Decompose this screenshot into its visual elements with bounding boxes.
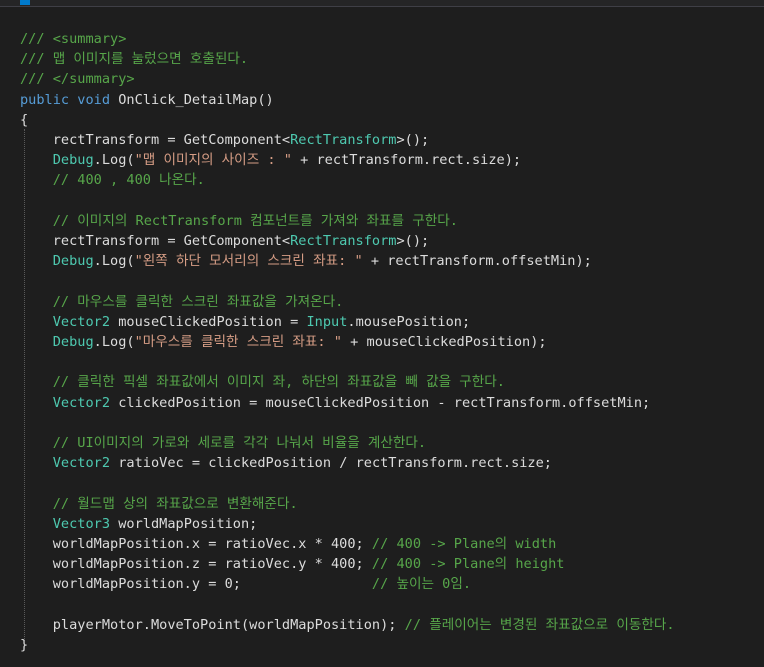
code-token-type: Debug <box>52 334 94 350</box>
code-line: // 클릭한 픽셀 좌표값에서 이미지 좌, 하단의 좌표값을 빼 값을 구한다… <box>20 372 505 392</box>
code-token-plain: + rectTransform.rect.size); <box>291 152 522 169</box>
code-line: Vector2 mouseClickedPosition = Input.mou… <box>20 312 470 332</box>
code-token-plain: >(); <box>396 233 430 249</box>
code-token-comment: /// </summary> <box>20 71 135 88</box>
code-line: worldMapPosition.x = ratioVec.x * 400; /… <box>20 534 557 554</box>
code-token-plain: OnClick_DetailMap() <box>110 91 274 108</box>
code-line: Debug.Log("왼쪽 하단 모서리의 스크린 좌표: " + rectTr… <box>20 251 592 271</box>
code-line: // UI이미지의 가로와 세로를 각각 나눠서 비율을 계산한다. <box>20 433 426 453</box>
code-line: Debug.Log("맵 이미지의 사이즈 : " + rectTransfor… <box>20 150 521 170</box>
code-line: Debug.Log("마우스를 클릭한 스크린 좌표: " + mouseCli… <box>20 332 547 352</box>
code-token-plain: .Log( <box>93 334 135 350</box>
code-token-comment: // 400 , 400 나온다. <box>52 172 205 189</box>
code-token-comment: // 높이는 0임. <box>371 576 472 593</box>
code-token-plain: rectTransform = GetComponent< <box>20 132 291 148</box>
editor-tab-strip <box>0 0 764 7</box>
code-line: public void OnClick_DetailMap() <box>20 90 274 110</box>
code-line: // 400 , 400 나온다. <box>20 170 205 190</box>
code-line: // 월드맵 상의 좌표값으로 변환해준다. <box>20 494 298 514</box>
code-token-comment: // 400 -> Plane의 height <box>371 556 565 573</box>
code-token-type: Input <box>306 313 348 330</box>
code-token-comment: // 마우스를 클릭한 스크린 좌표값을 가져온다. <box>52 293 344 310</box>
code-line: rectTransform = GetComponent<RectTransfo… <box>20 130 430 150</box>
code-token-comment: // 클릭한 픽셀 좌표값에서 이미지 좌, 하단의 좌표값을 빼 값을 구한다… <box>52 374 505 391</box>
code-token-comment: /// 맵 이미지를 눌렀으면 호출된다. <box>20 51 249 68</box>
code-token-string: "왼쪽 하단 모서리의 스크린 좌표: " <box>134 253 363 270</box>
code-line: Vector2 ratioVec = clickedPosition / rec… <box>20 453 552 473</box>
code-token-keyword: public <box>20 91 70 108</box>
code-token-comment: // 이미지의 RectTransform 컴포넌트를 가져와 좌표를 구한다. <box>52 212 458 229</box>
code-token-type: RectTransform <box>290 132 397 148</box>
code-token-plain: rectTransform = GetComponent< <box>20 233 291 249</box>
code-token-plain: worldMapPosition.y = 0; <box>20 576 372 593</box>
code-token-type: Vector2 <box>52 313 111 330</box>
code-token-plain: mouseClickedPosition = <box>110 313 307 330</box>
code-token-plain: clickedPosition = mouseClickedPosition -… <box>110 394 651 411</box>
code-token-comment: // 400 -> Plane의 width <box>371 536 557 552</box>
active-tab-indicator <box>20 0 30 5</box>
code-token-string: "마우스를 클릭한 스크린 좌표: " <box>134 334 342 350</box>
code-line: worldMapPosition.z = ratioVec.y * 400; /… <box>20 554 565 574</box>
code-line: Vector2 clickedPosition = mouseClickedPo… <box>20 393 650 413</box>
code-token-plain: worldMapPosition; <box>110 515 258 532</box>
code-line: // 마우스를 클릭한 스크린 좌표값을 가져온다. <box>20 292 344 312</box>
code-token-type: Debug <box>52 253 94 270</box>
code-token-type: RectTransform <box>290 233 397 249</box>
code-line: /// <summary> <box>20 29 126 49</box>
code-token-type: Debug <box>52 152 94 169</box>
code-token-plain: ratioVec = clickedPosition / rectTransfo… <box>110 455 552 472</box>
code-token-keyword: void <box>77 91 111 108</box>
code-line: Vector3 worldMapPosition; <box>20 514 258 534</box>
code-token-plain: { <box>20 111 29 128</box>
code-line: // 이미지의 RectTransform 컴포넌트를 가져와 좌표를 구한다. <box>20 211 458 231</box>
code-token-comment: /// <summary> <box>20 31 127 47</box>
code-line: playerMotor.MoveToPoint(worldMapPosition… <box>20 615 675 635</box>
code-token-comment: // UI이미지의 가로와 세로를 각각 나눠서 비율을 계산한다. <box>52 435 427 451</box>
code-token-plain: playerMotor.MoveToPoint(worldMapPosition… <box>20 616 405 633</box>
code-token-plain: >(); <box>396 132 430 148</box>
code-token-plain: worldMapPosition.x = ratioVec.x * 400; <box>20 536 372 552</box>
code-token-comment: // 월드맵 상의 좌표값으로 변환해준다. <box>52 495 298 512</box>
code-token-type: Vector2 <box>52 394 111 411</box>
code-token-plain: .Log( <box>93 152 135 169</box>
code-token-plain: + rectTransform.offsetMin); <box>362 253 592 270</box>
code-token-plain: } <box>20 637 29 653</box>
code-line: rectTransform = GetComponent<RectTransfo… <box>20 231 430 251</box>
code-line: /// 맵 이미지를 눌렀으면 호출된다. <box>20 49 248 69</box>
code-line: worldMapPosition.y = 0; // 높이는 0임. <box>20 574 471 594</box>
code-token-comment: // 플레이어는 변경된 좌표값으로 이동한다. <box>404 616 675 633</box>
code-line: { <box>20 110 28 130</box>
code-token-plain: .Log( <box>93 253 135 270</box>
code-token-string: "맵 이미지의 사이즈 : " <box>134 152 292 169</box>
code-token-type: Vector2 <box>52 455 111 472</box>
code-line: } <box>20 635 28 655</box>
code-token-plain: worldMapPosition.z = ratioVec.y * 400; <box>20 556 372 573</box>
code-token-plain: .mousePosition; <box>347 313 471 330</box>
code-token-type: Vector3 <box>52 515 111 532</box>
code-editor[interactable]: /// <summary> /// 맵 이미지를 눌렀으면 호출된다. /// </… <box>0 7 764 667</box>
code-token-plain: + mouseClickedPosition); <box>341 334 547 350</box>
code-line: /// </summary> <box>20 69 135 89</box>
